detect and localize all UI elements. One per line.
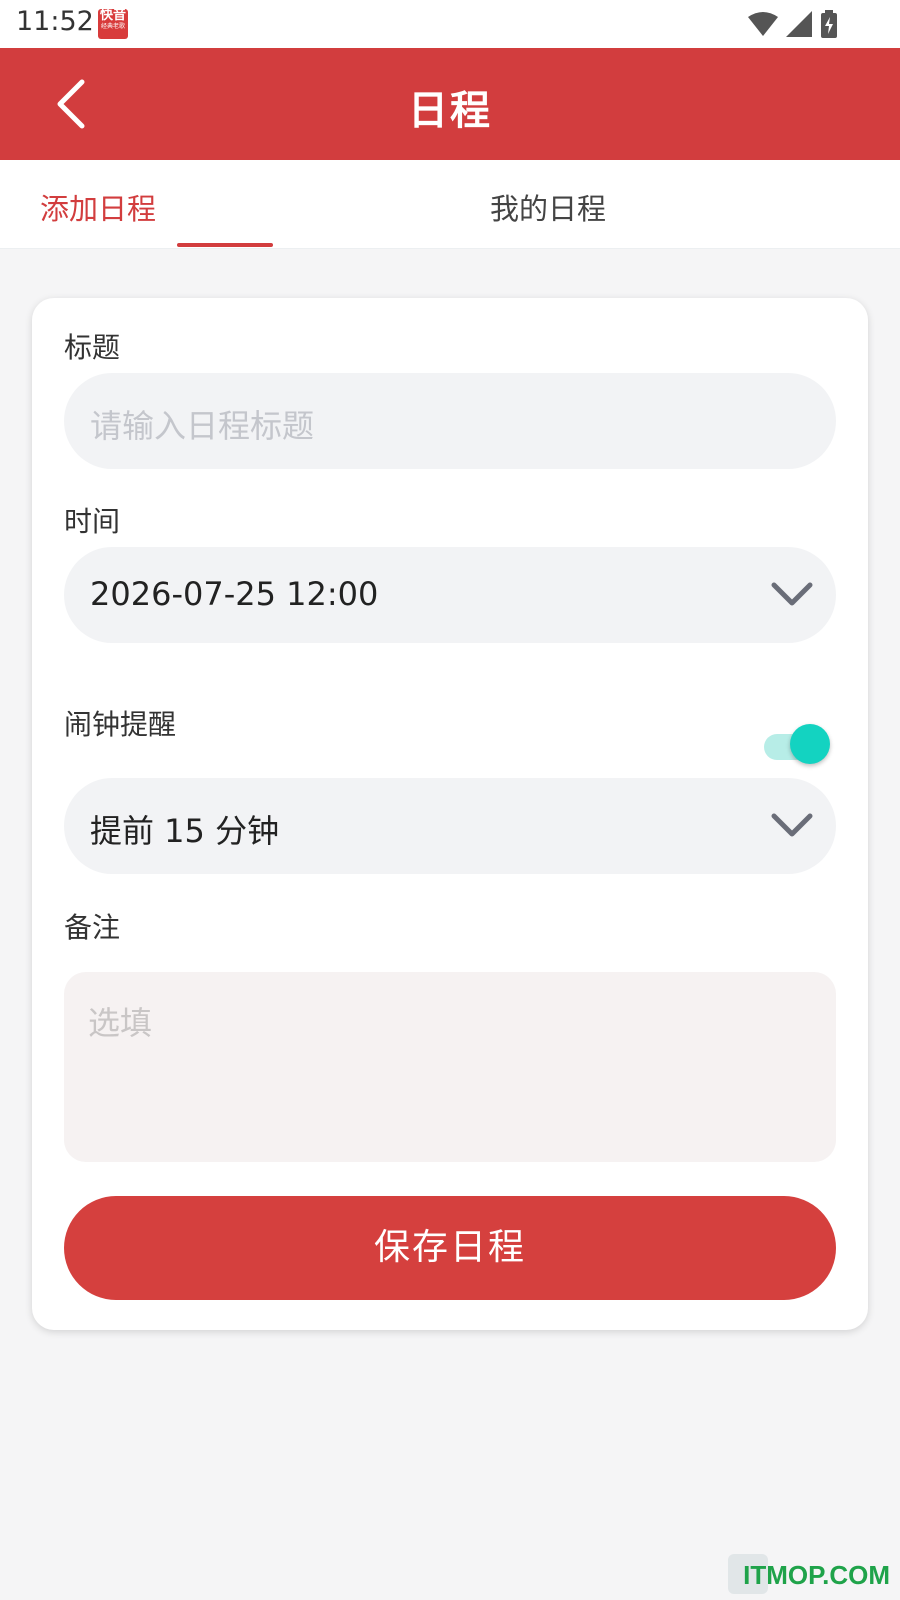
chevron-down-icon [771,582,813,606]
title-label: 标题 [64,331,121,364]
tab-bar: 添加日程 我的日程 [0,160,900,249]
status-time: 11:52 [16,6,94,37]
status-icons [748,10,838,38]
tab-add-schedule[interactable]: 添加日程 [40,186,156,228]
alarm-label: 闹钟提醒 [64,708,177,741]
app-bar: 日程 [0,48,900,160]
app-badge-text: 快音 [99,8,126,23]
battery-icon [821,10,837,38]
notes-label: 备注 [64,911,121,944]
time-selector[interactable]: 2026-07-25 12:00 [64,547,836,643]
wifi-icon [748,12,778,36]
app-badge-icon: 快音 经典老歌 [98,9,128,39]
reminder-value: 提前 15 分钟 [90,812,280,850]
tab-indicator [177,243,273,247]
toggle-thumb [790,724,830,764]
status-bar: 11:52 快音 经典老歌 [0,0,900,48]
watermark: ITMOP.COM [743,1560,890,1590]
chevron-down-icon [771,813,813,837]
page-title: 日程 [408,88,492,134]
alarm-toggle[interactable] [764,722,834,768]
schedule-form-card: 标题 请输入日程标题 时间 2026-07-25 12:00 闹钟提醒 提前 1… [32,298,868,1330]
notes-textarea[interactable]: 选填 [64,972,836,1162]
notes-placeholder: 选填 [88,1004,153,1042]
time-label: 时间 [64,505,121,538]
signal-icon [786,11,812,37]
reminder-selector[interactable]: 提前 15 分钟 [64,778,836,874]
title-input[interactable]: 请输入日程标题 [64,373,836,469]
title-placeholder: 请输入日程标题 [90,407,315,445]
tab-my-schedule[interactable]: 我的日程 [490,186,606,228]
app-badge-subtext: 经典老歌 [100,23,125,30]
time-value: 2026-07-25 12:00 [90,575,379,613]
save-schedule-button[interactable]: 保存日程 [64,1196,836,1300]
